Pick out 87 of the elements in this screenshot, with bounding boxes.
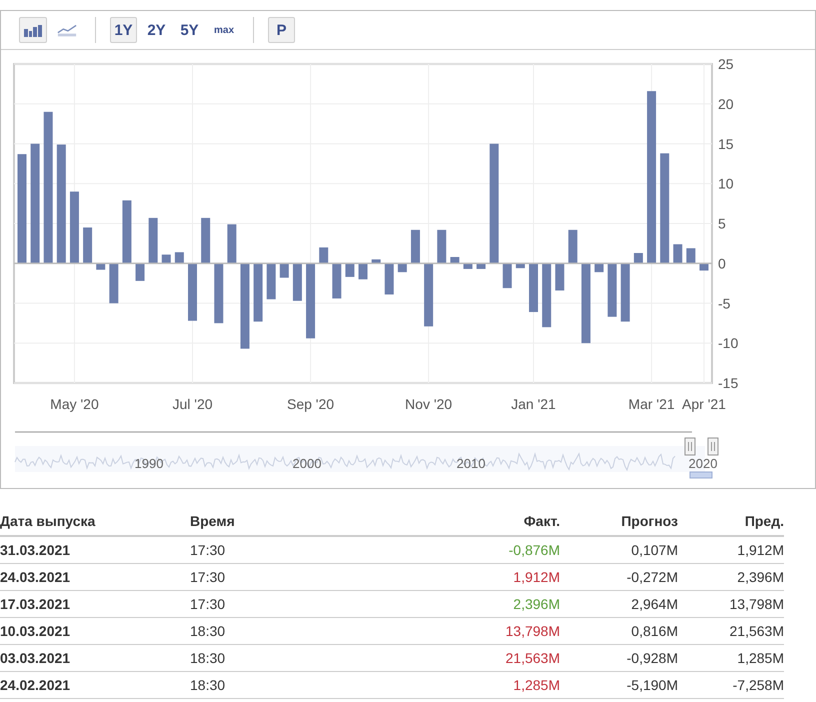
bar [437, 230, 446, 264]
navigator-handle[interactable] [708, 438, 718, 456]
actual-cell: 1,912M [420, 564, 560, 590]
date-cell: 24.03.2021 [0, 564, 190, 590]
toggle-button[interactable]: P [268, 17, 296, 43]
bar [201, 218, 210, 264]
date-cell: 17.03.2021 [0, 590, 190, 618]
axis-label: Apr '21 [682, 396, 726, 412]
range-button[interactable]: 2Y [143, 17, 170, 43]
date-cell: 03.03.2021 [0, 644, 190, 672]
navigator-handle[interactable] [684, 438, 696, 456]
axis-label: Mar '21 [628, 396, 675, 412]
bar [136, 263, 145, 281]
date-cell: 24.02.2021 [0, 672, 190, 698]
time-cell: 17:30 [190, 536, 420, 564]
column-header: Дата выпуска [0, 507, 190, 536]
actual-cell: 21,563M [420, 644, 560, 672]
axis-label: Jan '21 [511, 396, 556, 412]
time-cell: 18:30 [190, 672, 420, 698]
bar [424, 263, 434, 326]
bar [476, 263, 486, 269]
navigator-selection[interactable] [690, 472, 712, 478]
year-label: 1990 [134, 456, 164, 471]
previous-cell: 21,563M [678, 618, 784, 644]
column-header: Время [190, 507, 420, 536]
range-button[interactable]: max [209, 17, 240, 43]
time-cell: 18:30 [190, 618, 420, 644]
bar [83, 228, 92, 264]
actual-cell: -0,876M [420, 536, 560, 564]
range-button[interactable]: 1Y [110, 17, 137, 43]
bar [516, 263, 525, 268]
axis-label: Sep '20 [287, 396, 334, 412]
axis-label: Nov '20 [405, 396, 452, 412]
actual-cell: 2,396M [420, 590, 560, 618]
column-header: Факт. [420, 507, 560, 536]
bar-chart-icon [23, 23, 43, 37]
forecast-cell: -0,272M [560, 564, 678, 590]
axis-label: May '20 [50, 396, 99, 412]
axis-label: 10 [718, 176, 734, 192]
axis-label: 0 [718, 255, 726, 272]
forecast-cell: 0,816M [560, 618, 678, 644]
bar [188, 263, 197, 321]
previous-cell: 1,912M [678, 536, 784, 564]
bar-chart-button[interactable] [19, 17, 47, 43]
column-header: Пред. [678, 507, 784, 536]
time-cell: 17:30 [190, 590, 420, 618]
bar [608, 263, 617, 317]
axis-label: -15 [718, 375, 738, 391]
forecast-cell: -5,190M [560, 672, 678, 698]
year-label: 2020 [688, 456, 718, 471]
year-label: 2010 [456, 456, 486, 471]
previous-cell: 13,798M [678, 590, 784, 618]
axis-label: 25 [718, 56, 734, 72]
previous-cell: 1,285M [678, 644, 784, 672]
bar [384, 263, 394, 294]
bar [542, 263, 552, 328]
axis-label: 5 [718, 216, 726, 232]
bar [529, 263, 538, 312]
previous-cell: 2,396M [678, 564, 784, 590]
axis-label: -10 [718, 335, 738, 352]
line-chart-icon [57, 23, 77, 37]
actual-cell: 1,285M [420, 672, 560, 698]
previous-cell: -7,258M [678, 672, 784, 698]
range-button[interactable]: 5Y [176, 17, 203, 43]
column-header: Прогноз [560, 507, 678, 536]
bar [463, 263, 472, 269]
forecast-cell: 0,107M [560, 536, 678, 564]
forecast-cell: 2,964M [560, 590, 678, 618]
bar [372, 259, 381, 264]
year-label: 2000 [292, 456, 322, 471]
actual-cell: 13,798M [420, 618, 560, 644]
forecast-cell: -0,928M [560, 644, 678, 672]
axis-label: Jul '20 [172, 396, 213, 412]
date-cell: 10.03.2021 [0, 618, 190, 644]
date-cell: 31.03.2021 [0, 536, 190, 564]
bar [358, 263, 368, 280]
time-cell: 17:30 [190, 564, 420, 590]
axis-label: 15 [718, 136, 734, 152]
bar [319, 247, 328, 264]
time-cell: 18:30 [190, 644, 420, 672]
axis-label: -5 [718, 295, 730, 312]
bar [254, 263, 263, 322]
bar [555, 263, 564, 290]
axis-label: 20 [718, 96, 734, 112]
bar [148, 218, 158, 264]
bar [266, 263, 276, 300]
bar [214, 263, 224, 324]
